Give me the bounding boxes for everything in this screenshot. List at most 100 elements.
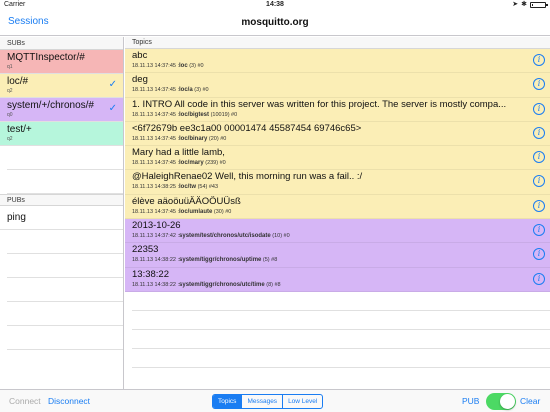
- info-icon[interactable]: i: [533, 78, 545, 91]
- empty-sub-row: [7, 146, 123, 170]
- topics-list: abc 18.11.13 14:37:45 :loc (3) #0 i deg …: [125, 49, 550, 368]
- empty-pub-row: [7, 302, 123, 326]
- sub-qos: q1: [7, 64, 13, 70]
- pub-row[interactable]: ping: [0, 206, 123, 230]
- empty-topic-row: [132, 292, 550, 311]
- topic-info: (5) #8: [262, 257, 278, 264]
- topic-row[interactable]: <6f72679b ee3c1a00 00001474 45587454 697…: [125, 121, 550, 147]
- topic-timestamp: 18.11.13 14:37:45: [132, 208, 176, 215]
- topic-name: system/test/chronos/utc/isodate: [179, 233, 271, 240]
- topic-name: loc/umlaute: [179, 208, 213, 215]
- empty-pub-row: [7, 326, 123, 350]
- topic-info: (239) #0: [205, 160, 226, 167]
- disconnect-button[interactable]: Disconnect: [48, 396, 90, 406]
- sub-topic: loc/#: [7, 76, 29, 87]
- topic-timestamp: 18.11.13 14:37:45: [132, 135, 176, 142]
- topic-payload: 2013-10-26: [132, 220, 181, 232]
- info-icon[interactable]: i: [533, 102, 545, 115]
- info-icon[interactable]: i: [533, 126, 545, 139]
- info-icon[interactable]: i: [533, 151, 545, 164]
- navigation-bar: Sessions mosquitto.org: [0, 10, 550, 36]
- topic-meta: 18.11.13 14:38:22 :system/tiggr/chronos/…: [132, 257, 278, 264]
- sub-row[interactable]: test/+ q2: [0, 122, 123, 146]
- sub-topic: test/+: [7, 124, 32, 135]
- pub-label: PUB: [462, 396, 480, 406]
- topic-meta: 18.11.13 14:37:45 :loc/binary (20) #0: [132, 135, 227, 142]
- segment-topics[interactable]: Topics: [213, 395, 242, 408]
- pub-toggle[interactable]: [486, 393, 516, 410]
- topic-name: loc: [179, 63, 188, 69]
- topic-meta: 18.11.13 14:37:45 :loc/mary (239) #0: [132, 160, 226, 167]
- topic-row[interactable]: 22353 18.11.13 14:38:22 :system/tiggr/ch…: [125, 243, 550, 268]
- topic-payload: 1. INTRO All code in this server was wri…: [132, 98, 507, 110]
- topic-row[interactable]: abc 18.11.13 14:37:45 :loc (3) #0 i: [125, 49, 550, 74]
- topic-payload: @HaleighRenae02 Well, this morning run w…: [132, 171, 363, 183]
- segment-messages[interactable]: Messages: [241, 395, 282, 408]
- pubs-header: PUBs: [0, 194, 123, 206]
- info-icon[interactable]: i: [533, 54, 545, 66]
- topic-row[interactable]: 13:38:22 18.11.13 14:38:22 :system/tiggr…: [125, 267, 550, 292]
- connect-button[interactable]: Connect: [9, 396, 41, 406]
- bottom-toolbar: Connect Disconnect Topics Messages Low L…: [0, 389, 550, 412]
- empty-topic-row: [132, 311, 550, 330]
- status-bar: Carrier 14:38 ➤ ✱: [0, 0, 550, 10]
- toggle-knob: [500, 394, 515, 409]
- info-icon[interactable]: i: [533, 175, 545, 188]
- topic-name: loc/bigtest: [179, 111, 210, 118]
- info-icon[interactable]: i: [533, 248, 545, 261]
- info-icon[interactable]: i: [533, 272, 545, 285]
- sub-row[interactable]: system/+/chronos/# q0 ✓: [0, 98, 123, 122]
- topic-payload: Mary had a little lamb,: [132, 147, 225, 159]
- view-segmented-control: Topics Messages Low Level: [212, 394, 324, 409]
- topic-payload: 13:38:22: [132, 268, 169, 280]
- topic-timestamp: 18.11.13 14:38:25: [132, 184, 176, 191]
- topic-payload: 22353: [132, 244, 159, 256]
- topic-timestamp: 18.11.13 14:37:45: [132, 160, 176, 167]
- empty-pub-row: [7, 230, 123, 254]
- topic-payload: deg: [132, 74, 148, 86]
- topic-meta: 18.11.13 14:38:25 :loc/tw (54) #43: [132, 184, 219, 191]
- topic-timestamp: 18.11.13 14:37:45: [132, 63, 176, 69]
- topic-row[interactable]: élève aäoöuüÄÄOÖUÜsß 18.11.13 14:37:45 :…: [125, 194, 550, 220]
- topic-timestamp: 18.11.13 14:37:45: [132, 87, 176, 94]
- topic-info: (54) #43: [197, 184, 219, 191]
- topic-meta: 18.11.13 14:37:42 :system/test/chronos/u…: [132, 233, 290, 240]
- segment-low-level[interactable]: Low Level: [282, 395, 322, 408]
- topic-meta: 18.11.13 14:37:45 :loc/a (3) #0: [132, 87, 209, 94]
- checkmark-icon: ✓: [108, 103, 117, 114]
- battery-level: [532, 4, 534, 6]
- battery-icon: [530, 2, 548, 8]
- info-icon[interactable]: i: [533, 224, 545, 237]
- topic-row[interactable]: 1. INTRO All code in this server was wri…: [125, 97, 550, 122]
- left-panel: SUBs MQTTInspector/# q1 loc/# q2 ✓ syste…: [0, 37, 124, 389]
- checkmark-icon: ✓: [108, 79, 117, 90]
- empty-pub-row: [7, 254, 123, 278]
- sub-row[interactable]: loc/# q2 ✓: [0, 74, 123, 98]
- empty-sub-row: [7, 170, 123, 194]
- sub-row[interactable]: MQTTInspector/# q1: [0, 50, 123, 74]
- topic-row[interactable]: 2013-10-26 18.11.13 14:37:42 :system/tes…: [125, 219, 550, 244]
- topic-meta: 18.11.13 14:38:22 :system/tiggr/chronos/…: [132, 281, 281, 288]
- topic-info: (8) #8: [266, 281, 281, 288]
- topic-row[interactable]: Mary had a little lamb, 18.11.13 14:37:4…: [125, 146, 550, 171]
- topic-info: (30) #0: [213, 208, 232, 215]
- clear-button[interactable]: Clear: [520, 396, 540, 406]
- topic-name: loc/a: [179, 87, 193, 94]
- topic-info: (3) #0: [189, 63, 204, 69]
- app-window: Carrier 14:38 ➤ ✱ Sessions mosquitto.org…: [0, 0, 550, 412]
- sub-qos: q0: [7, 112, 13, 118]
- sub-topic: MQTTInspector/#: [7, 52, 85, 63]
- location-arrow-icon: ➤: [512, 1, 519, 8]
- topic-info: (3) #0: [194, 87, 209, 94]
- topic-row[interactable]: deg 18.11.13 14:37:45 :loc/a (3) #0 i: [125, 73, 550, 98]
- empty-topic-row: [132, 330, 550, 349]
- sub-topic: system/+/chronos/#: [7, 100, 94, 111]
- topic-info: (20) #0: [208, 135, 227, 142]
- sub-qos: q2: [7, 88, 13, 94]
- info-icon[interactable]: i: [533, 199, 545, 212]
- topic-name: loc/mary: [179, 160, 204, 167]
- topic-meta: 18.11.13 14:37:45 :loc (3) #0: [132, 63, 204, 69]
- topic-row[interactable]: @HaleighRenae02 Well, this morning run w…: [125, 170, 550, 195]
- empty-pub-row: [7, 278, 123, 302]
- topic-meta: 18.11.13 14:37:45 :loc/bigtest (10019) #…: [132, 111, 238, 118]
